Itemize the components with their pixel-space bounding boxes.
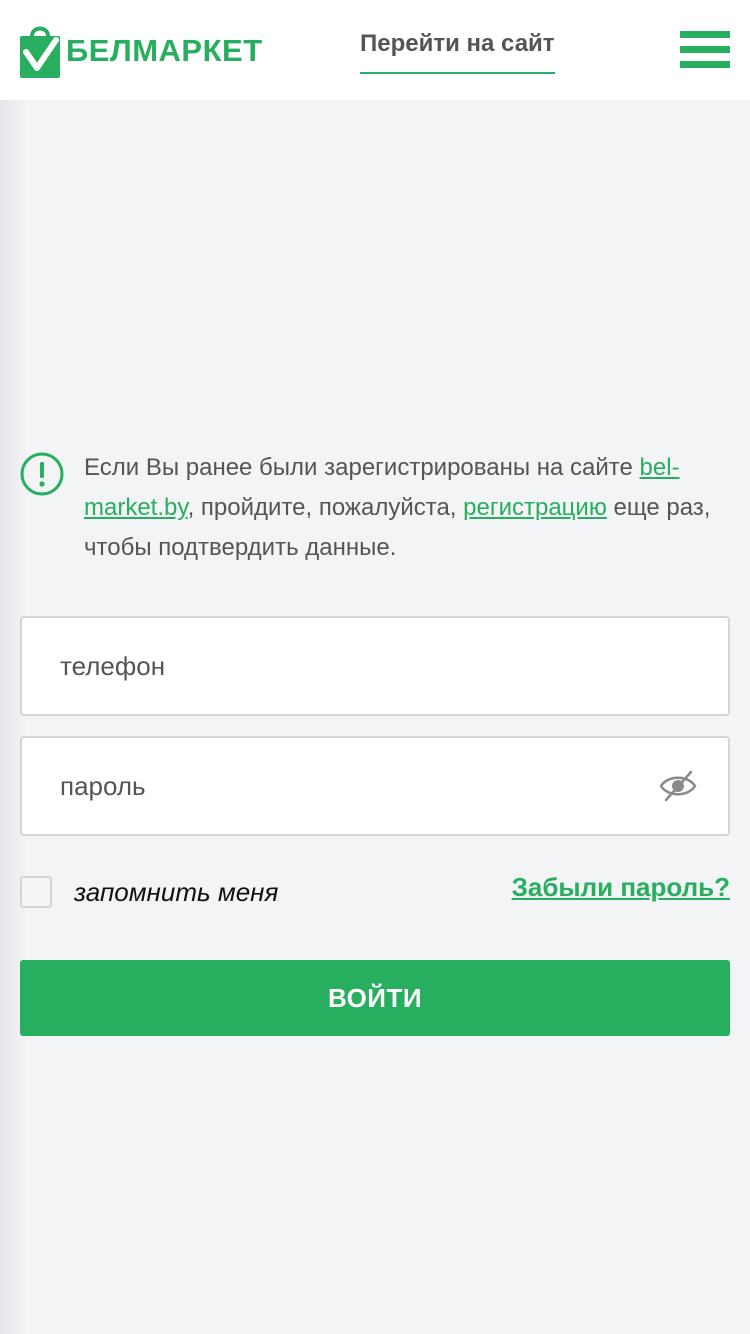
brand-logo[interactable]: БЕЛМАРКЕТ (20, 22, 263, 78)
logo-text: БЕЛМАРКЕТ (66, 32, 263, 68)
hamburger-menu-icon[interactable] (680, 31, 730, 69)
shopping-bag-check-icon (20, 26, 60, 78)
goto-site-link[interactable]: Перейти на сайт (360, 30, 555, 74)
eye-slash-icon[interactable] (658, 768, 698, 804)
top-header: БЕЛМАРКЕТ Перейти на сайт (0, 0, 750, 100)
left-edge-shadow (0, 100, 28, 1334)
forgot-password-link[interactable]: Забыли пароль? (512, 872, 730, 903)
registration-link[interactable]: регистрацию (463, 494, 607, 521)
login-button[interactable]: ВОЙТИ (20, 960, 730, 1036)
remember-me[interactable]: запомнить меня (20, 874, 278, 910)
phone-field (20, 616, 730, 716)
exclamation-circle-icon (20, 452, 64, 496)
notice-text-part1: Если Вы ранее были зарегистрированы на с… (84, 454, 640, 481)
notice-text: Если Вы ранее были зарегистрированы на с… (84, 448, 734, 568)
password-input[interactable] (60, 738, 650, 834)
password-field (20, 736, 730, 836)
notice-text-part2: , пройдите, пожалуйста, (187, 494, 464, 521)
phone-input[interactable] (60, 618, 650, 714)
remember-me-label: запомнить меня (74, 876, 279, 907)
remember-me-checkbox[interactable] (20, 876, 52, 908)
